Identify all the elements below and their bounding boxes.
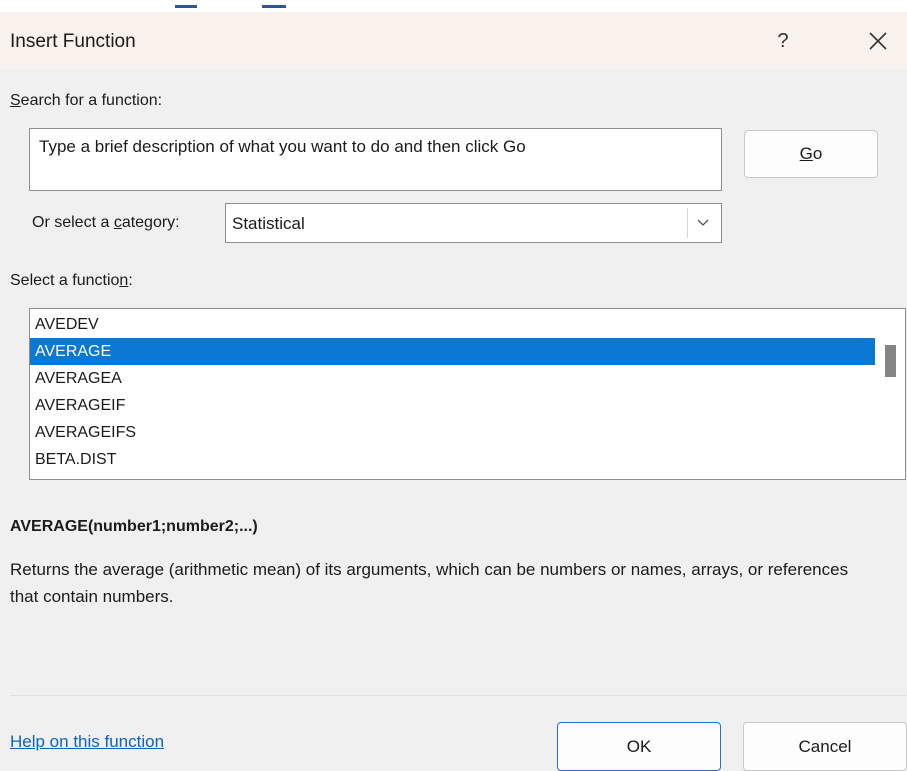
category-selected-value: Statistical <box>232 214 305 233</box>
scrollbar-thumb[interactable] <box>885 345 896 377</box>
category-select[interactable]: Statistical <box>225 203 722 243</box>
function-list-label: Select a function: <box>10 272 133 290</box>
function-label-mnemonic: n <box>119 272 129 289</box>
category-label-mnemonic: c <box>113 214 122 231</box>
close-icon <box>869 32 887 50</box>
function-item[interactable]: BETA.INV <box>30 473 875 479</box>
function-items: AVEDEV AVERAGE AVERAGEA AVERAGEIF AVERAGEIFS… <box>30 311 875 479</box>
footer-divider <box>10 695 907 696</box>
function-list-scrollbar[interactable] <box>875 309 905 479</box>
function-list[interactable]: AVEDEV AVERAGE AVERAGEA AVERAGEIF AVERAGEIFS… <box>29 308 906 480</box>
search-label-mnemonic: S <box>10 92 21 109</box>
search-input[interactable] <box>30 129 721 190</box>
ok-button[interactable]: OK <box>557 722 721 771</box>
search-label: Search for a function: <box>10 92 162 110</box>
function-label-text: : <box>128 272 133 289</box>
function-item[interactable]: AVERAGEIF <box>30 392 875 419</box>
function-item[interactable]: AVERAGE <box>30 338 875 365</box>
function-item[interactable]: BETA.DIST <box>30 446 875 473</box>
function-signature: AVERAGE(number1;number2;...) <box>10 518 258 535</box>
function-description: Returns the average (arithmetic mean) of… <box>10 560 849 606</box>
chevron-down-icon <box>697 219 708 226</box>
function-label-prefix: Select a functio <box>10 272 120 289</box>
function-item[interactable]: AVERAGEA <box>30 365 875 392</box>
dialog-title: Insert Function <box>10 31 136 52</box>
search-label-text: earch for a function: <box>20 92 163 109</box>
help-button[interactable]: ? <box>768 26 798 56</box>
go-button[interactable]: Go <box>744 130 878 178</box>
function-item[interactable]: AVEDEV <box>30 311 875 338</box>
help-link[interactable]: Help on this function <box>10 732 164 752</box>
function-item[interactable]: AVERAGEIFS <box>30 419 875 446</box>
title-bar: Insert Function ? <box>0 12 907 70</box>
go-label: o <box>812 144 823 163</box>
background-toolbar-mark <box>175 5 197 8</box>
background-toolbar-mark <box>262 5 286 8</box>
close-button[interactable] <box>860 24 896 58</box>
category-dropdown-button[interactable] <box>687 208 717 238</box>
go-mnemonic: G <box>799 144 813 163</box>
search-field[interactable] <box>29 128 722 191</box>
category-label-text: ategory: <box>121 214 180 231</box>
category-label-prefix: Or select a <box>32 214 114 231</box>
category-label: Or select a category: <box>32 214 180 232</box>
cancel-button[interactable]: Cancel <box>743 722 907 771</box>
